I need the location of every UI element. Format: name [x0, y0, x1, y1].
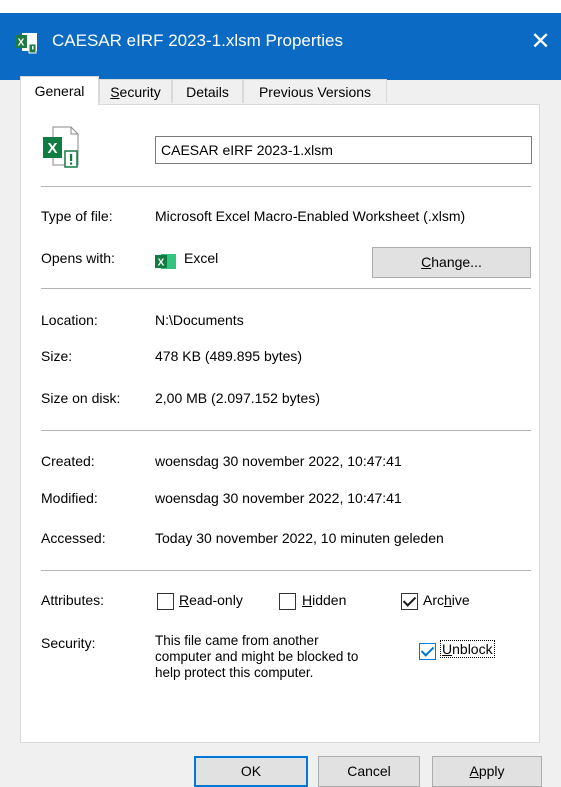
svg-text:X: X: [47, 140, 57, 157]
ok-button[interactable]: OK: [194, 756, 308, 787]
read-only-label[interactable]: Read-only: [179, 592, 243, 608]
divider: [41, 570, 531, 571]
read-only-checkbox[interactable]: [157, 593, 174, 610]
accessed-value: Today 30 november 2022, 10 minuten geled…: [155, 530, 444, 546]
tab-previous-versions[interactable]: Previous Versions: [243, 79, 387, 103]
cancel-button[interactable]: Cancel: [318, 756, 420, 787]
apply-button[interactable]: Apply: [432, 756, 542, 787]
svg-text:X: X: [18, 38, 25, 49]
svg-text:X: X: [158, 258, 165, 269]
unblock-checkbox[interactable]: [419, 643, 436, 660]
title-bar-top-strip: [0, 0, 561, 13]
location-value: N:\Documents: [155, 312, 244, 328]
close-icon[interactable]: ✕: [520, 24, 561, 60]
excel-macro-file-icon: X: [43, 126, 79, 168]
excel-file-small-icon: X: [15, 33, 37, 54]
file-name-input[interactable]: [155, 136, 532, 164]
divider: [41, 430, 531, 431]
security-label: Security:: [41, 635, 96, 651]
unblock-label[interactable]: Unblock: [440, 640, 495, 658]
security-text-line: This file came from another: [155, 633, 319, 648]
modified-label: Modified:: [41, 490, 98, 506]
archive-label[interactable]: Archive: [423, 592, 470, 608]
divider: [41, 288, 531, 289]
general-panel: X Type of file: Microsoft Excel Macro-En…: [20, 104, 540, 743]
type-of-file-value: Microsoft Excel Macro-Enabled Worksheet …: [155, 208, 466, 224]
excel-app-icon: X: [155, 254, 176, 269]
attributes-label: Attributes:: [41, 592, 105, 608]
created-value: woensdag 30 november 2022, 10:47:41: [155, 453, 402, 469]
location-label: Location:: [41, 312, 98, 328]
security-text-line: computer and might be blocked to: [155, 649, 359, 664]
size-value: 478 KB (489.895 bytes): [155, 348, 303, 364]
tab-general[interactable]: General: [20, 76, 99, 105]
tab-security[interactable]: Security: [99, 79, 172, 103]
size-on-disk-value: 2,00 MB (2.097.152 bytes): [155, 390, 320, 406]
accessed-label: Accessed:: [41, 530, 106, 546]
type-of-file-label: Type of file:: [41, 208, 113, 224]
change-button[interactable]: Change...: [372, 247, 531, 278]
created-label: Created:: [41, 453, 95, 469]
window-title: CAESAR eIRF 2023-1.xlsm Properties: [52, 31, 343, 50]
opens-with-app-name: Excel: [184, 250, 219, 266]
title-bar: X CAESAR eIRF 2023-1.xlsm Properties ✕: [0, 0, 561, 80]
divider: [41, 186, 531, 187]
opens-with-label: Opens with:: [41, 250, 115, 266]
modified-value: woensdag 30 november 2022, 10:47:41: [155, 490, 402, 506]
tab-details[interactable]: Details: [172, 79, 243, 103]
hidden-checkbox[interactable]: [279, 593, 296, 610]
size-label: Size:: [41, 348, 73, 364]
hidden-label[interactable]: Hidden: [302, 592, 346, 608]
security-warning-text: This file came from another computer and…: [155, 633, 358, 681]
size-on-disk-label: Size on disk:: [41, 390, 121, 406]
archive-checkbox[interactable]: [401, 593, 418, 610]
security-text-line: help protect this computer.: [155, 665, 314, 680]
